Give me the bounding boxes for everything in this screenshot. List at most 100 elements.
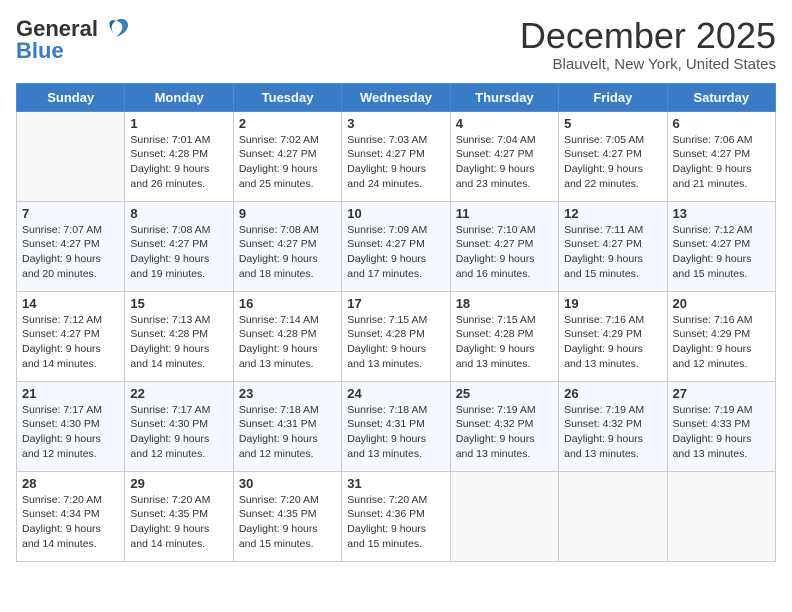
calendar-cell: 21 Sunrise: 7:17 AMSunset: 4:30 PMDayligh… <box>17 381 125 471</box>
calendar-cell <box>667 471 775 561</box>
calendar-cell: 10 Sunrise: 7:09 AMSunset: 4:27 PMDayligh… <box>342 201 450 291</box>
calendar-cell: 11 Sunrise: 7:10 AMSunset: 4:27 PMDayligh… <box>450 201 558 291</box>
day-number: 29 <box>130 476 227 491</box>
day-number: 9 <box>239 206 336 221</box>
logo-blue-text: Blue <box>16 38 64 64</box>
day-info: Sunrise: 7:12 AMSunset: 4:27 PMDaylight:… <box>673 223 770 282</box>
title-area: December 2025 Blauvelt, New York, United… <box>520 16 776 73</box>
calendar-cell: 28 Sunrise: 7:20 AMSunset: 4:34 PMDayligh… <box>17 471 125 561</box>
day-number: 8 <box>130 206 227 221</box>
day-number: 16 <box>239 296 336 311</box>
logo: General Blue <box>16 16 130 64</box>
day-number: 19 <box>564 296 661 311</box>
calendar-cell <box>559 471 667 561</box>
day-info: Sunrise: 7:03 AMSunset: 4:27 PMDaylight:… <box>347 133 444 192</box>
day-number: 3 <box>347 116 444 131</box>
day-number: 28 <box>22 476 119 491</box>
calendar-cell: 15Sunrise: 7:13 AMSunset: 4:28 PMDayligh… <box>125 291 233 381</box>
day-info: Sunrise: 7:05 AMSunset: 4:27 PMDaylight:… <box>564 133 661 192</box>
day-info: Sunrise: 7:19 AMSunset: 4:32 PMDaylight:… <box>564 403 661 462</box>
day-info: Sunrise: 7:15 AMSunset: 4:28 PMDaylight:… <box>456 313 553 372</box>
day-number: 4 <box>456 116 553 131</box>
day-info: Sunrise: 7:12 AMSunset: 4:27 PMDaylight:… <box>22 313 119 372</box>
calendar-cell: 27 Sunrise: 7:19 AMSunset: 4:33 PMDayligh… <box>667 381 775 471</box>
calendar-cell: 20 Sunrise: 7:16 AMSunset: 4:29 PMDayligh… <box>667 291 775 381</box>
calendar-cell: 12Sunrise: 7:11 AMSunset: 4:27 PMDayligh… <box>559 201 667 291</box>
day-header-friday: Friday <box>559 83 667 111</box>
day-info: Sunrise: 7:15 AMSunset: 4:28 PMDaylight:… <box>347 313 444 372</box>
day-info: Sunrise: 7:20 AMSunset: 4:36 PMDaylight:… <box>347 493 444 552</box>
day-info: Sunrise: 7:08 AMSunset: 4:27 PMDaylight:… <box>130 223 227 282</box>
day-info: Sunrise: 7:18 AMSunset: 4:31 PMDaylight:… <box>239 403 336 462</box>
calendar-week-4: 21 Sunrise: 7:17 AMSunset: 4:30 PMDayligh… <box>17 381 776 471</box>
day-number: 22 <box>130 386 227 401</box>
day-info: Sunrise: 7:20 AMSunset: 4:34 PMDaylight:… <box>22 493 119 552</box>
location: Blauvelt, New York, United States <box>520 56 776 73</box>
day-info: Sunrise: 7:11 AMSunset: 4:27 PMDaylight:… <box>564 223 661 282</box>
calendar-week-3: 14 Sunrise: 7:12 AMSunset: 4:27 PMDayligh… <box>17 291 776 381</box>
calendar-cell <box>450 471 558 561</box>
day-info: Sunrise: 7:09 AMSunset: 4:27 PMDaylight:… <box>347 223 444 282</box>
day-header-thursday: Thursday <box>450 83 558 111</box>
day-number: 1 <box>130 116 227 131</box>
day-info: Sunrise: 7:07 AMSunset: 4:27 PMDaylight:… <box>22 223 119 282</box>
header: General Blue December 2025 Blauvelt, New… <box>16 16 776 73</box>
day-number: 2 <box>239 116 336 131</box>
day-number: 23 <box>239 386 336 401</box>
calendar-cell <box>17 111 125 201</box>
day-number: 20 <box>673 296 770 311</box>
calendar-cell: 14 Sunrise: 7:12 AMSunset: 4:27 PMDayligh… <box>17 291 125 381</box>
day-number: 30 <box>239 476 336 491</box>
day-number: 17 <box>347 296 444 311</box>
calendar-cell: 16 Sunrise: 7:14 AMSunset: 4:28 PMDayligh… <box>233 291 341 381</box>
day-info: Sunrise: 7:10 AMSunset: 4:27 PMDaylight:… <box>456 223 553 282</box>
day-number: 21 <box>22 386 119 401</box>
calendar-cell: 2Sunrise: 7:02 AMSunset: 4:27 PMDaylight… <box>233 111 341 201</box>
day-info: Sunrise: 7:20 AMSunset: 4:35 PMDaylight:… <box>130 493 227 552</box>
day-info: Sunrise: 7:16 AMSunset: 4:29 PMDaylight:… <box>673 313 770 372</box>
calendar-cell: 18 Sunrise: 7:15 AMSunset: 4:28 PMDayligh… <box>450 291 558 381</box>
calendar-cell: 23 Sunrise: 7:18 AMSunset: 4:31 PMDayligh… <box>233 381 341 471</box>
calendar-cell: 19 Sunrise: 7:16 AMSunset: 4:29 PMDayligh… <box>559 291 667 381</box>
calendar-header-row: SundayMondayTuesdayWednesdayThursdayFrid… <box>17 83 776 111</box>
calendar-cell: 24Sunrise: 7:18 AMSunset: 4:31 PMDayligh… <box>342 381 450 471</box>
calendar-cell: 8 Sunrise: 7:08 AMSunset: 4:27 PMDaylight… <box>125 201 233 291</box>
day-number: 18 <box>456 296 553 311</box>
day-info: Sunrise: 7:08 AMSunset: 4:27 PMDaylight:… <box>239 223 336 282</box>
calendar-cell: 13Sunrise: 7:12 AMSunset: 4:27 PMDayligh… <box>667 201 775 291</box>
calendar-week-1: 1 Sunrise: 7:01 AMSunset: 4:28 PMDaylight… <box>17 111 776 201</box>
day-number: 27 <box>673 386 770 401</box>
day-info: Sunrise: 7:01 AMSunset: 4:28 PMDaylight:… <box>130 133 227 192</box>
calendar-cell: 22 Sunrise: 7:17 AMSunset: 4:30 PMDayligh… <box>125 381 233 471</box>
calendar-cell: 29 Sunrise: 7:20 AMSunset: 4:35 PMDayligh… <box>125 471 233 561</box>
day-number: 25 <box>456 386 553 401</box>
calendar-table: SundayMondayTuesdayWednesdayThursdayFrid… <box>16 83 776 562</box>
day-number: 14 <box>22 296 119 311</box>
day-header-monday: Monday <box>125 83 233 111</box>
day-info: Sunrise: 7:17 AMSunset: 4:30 PMDaylight:… <box>130 403 227 462</box>
calendar-cell: 30Sunrise: 7:20 AMSunset: 4:35 PMDayligh… <box>233 471 341 561</box>
day-info: Sunrise: 7:19 AMSunset: 4:32 PMDaylight:… <box>456 403 553 462</box>
calendar-cell: 3 Sunrise: 7:03 AMSunset: 4:27 PMDaylight… <box>342 111 450 201</box>
calendar-cell: 7 Sunrise: 7:07 AMSunset: 4:27 PMDaylight… <box>17 201 125 291</box>
calendar-cell: 17 Sunrise: 7:15 AMSunset: 4:28 PMDayligh… <box>342 291 450 381</box>
day-header-saturday: Saturday <box>667 83 775 111</box>
day-number: 7 <box>22 206 119 221</box>
day-number: 11 <box>456 206 553 221</box>
month-title: December 2025 <box>520 16 776 56</box>
day-number: 6 <box>673 116 770 131</box>
day-header-wednesday: Wednesday <box>342 83 450 111</box>
day-number: 10 <box>347 206 444 221</box>
day-info: Sunrise: 7:14 AMSunset: 4:28 PMDaylight:… <box>239 313 336 372</box>
calendar-cell: 4 Sunrise: 7:04 AMSunset: 4:27 PMDaylight… <box>450 111 558 201</box>
day-number: 5 <box>564 116 661 131</box>
calendar-cell: 1 Sunrise: 7:01 AMSunset: 4:28 PMDaylight… <box>125 111 233 201</box>
day-info: Sunrise: 7:17 AMSunset: 4:30 PMDaylight:… <box>22 403 119 462</box>
day-info: Sunrise: 7:04 AMSunset: 4:27 PMDaylight:… <box>456 133 553 192</box>
calendar-cell: 25 Sunrise: 7:19 AMSunset: 4:32 PMDayligh… <box>450 381 558 471</box>
day-info: Sunrise: 7:19 AMSunset: 4:33 PMDaylight:… <box>673 403 770 462</box>
day-number: 24 <box>347 386 444 401</box>
calendar-cell: 9 Sunrise: 7:08 AMSunset: 4:27 PMDaylight… <box>233 201 341 291</box>
day-header-tuesday: Tuesday <box>233 83 341 111</box>
day-info: Sunrise: 7:16 AMSunset: 4:29 PMDaylight:… <box>564 313 661 372</box>
